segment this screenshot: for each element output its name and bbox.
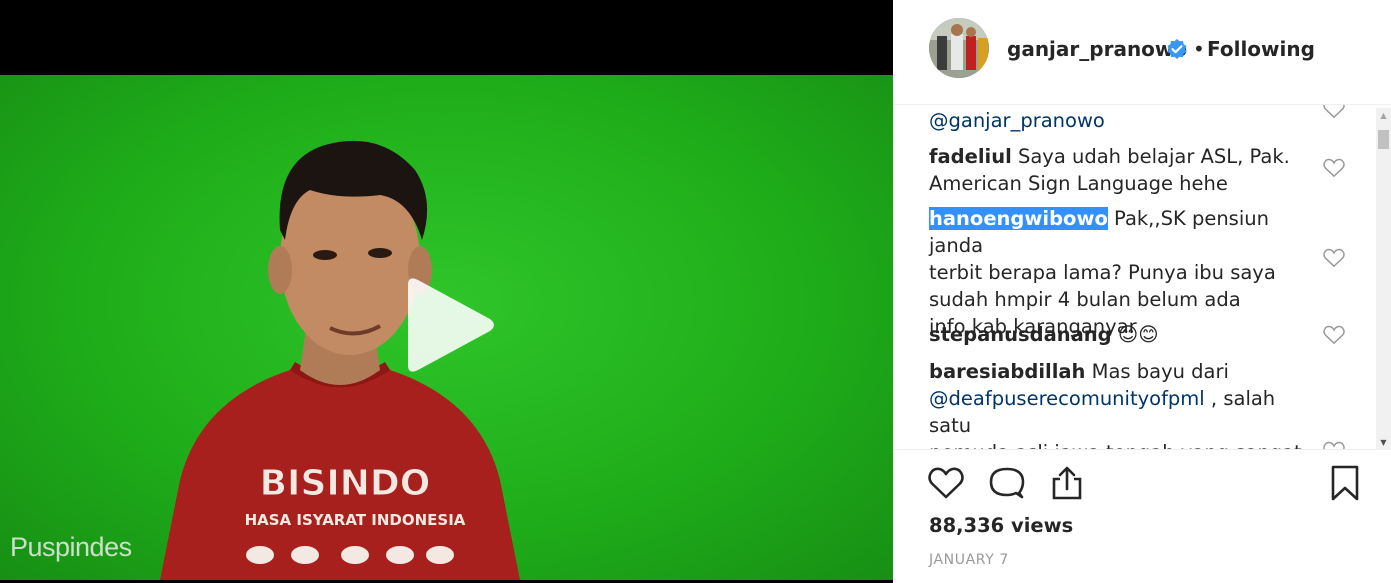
comment-username-selected[interactable]: hanoengwibowo <box>929 207 1108 230</box>
following-button[interactable]: Following <box>1207 37 1315 61</box>
post-header: ganjar_pranowo • Following <box>893 0 1391 98</box>
like-heart-icon[interactable] <box>927 464 965 502</box>
comment-item: fadeliul Saya udah belajar ASL, Pak. Ame… <box>929 143 1319 197</box>
comment-text-line3: sudah hmpir 4 bulan belum ada <box>929 288 1241 311</box>
video-watermark: Puspindes <box>10 532 132 562</box>
scroll-thumb[interactable] <box>1378 130 1389 149</box>
like-comment-heart-icon[interactable] <box>1323 104 1345 119</box>
comments-scrollbar[interactable]: ▲ ▼ <box>1376 108 1391 450</box>
comment-continuation: @ganjar_pranowo <box>929 107 1319 134</box>
comment-item: baresiabdillah Mas bayu dari @deafpusere… <box>929 358 1319 449</box>
shirt-print-subtitle: HASA ISYARAT INDONESIA <box>245 511 466 529</box>
action-bar <box>893 458 1391 508</box>
comment-item: stepanusdanang 😊😊 <box>929 321 1319 348</box>
mention-link[interactable]: @ganjar_pranowo <box>929 109 1105 132</box>
scroll-down-arrow-icon[interactable]: ▼ <box>1376 435 1391 450</box>
video-player[interactable]: BISINDO HASA ISYARAT INDONESIA Puspindes <box>0 0 893 583</box>
play-icon[interactable] <box>400 275 498 375</box>
view-count[interactable]: 88,336 views <box>929 514 1073 537</box>
comment-username[interactable]: baresiabdillah <box>929 360 1085 383</box>
post-date[interactable]: JANUARY 7 <box>929 552 1009 568</box>
like-comment-heart-icon[interactable] <box>1323 158 1345 178</box>
shirt-print-title: BISINDO <box>260 463 431 504</box>
share-icon[interactable] <box>1048 464 1086 502</box>
verified-badge-icon <box>1167 39 1187 59</box>
comment-text-line2: American Sign Language hehe <box>929 172 1228 195</box>
scroll-up-arrow-icon[interactable]: ▲ <box>1376 108 1391 123</box>
comment-bubble-icon[interactable] <box>988 464 1026 502</box>
comment-username[interactable]: stepanusdanang <box>929 323 1112 346</box>
post-author-username[interactable]: ganjar_pranowo <box>1007 37 1187 61</box>
comment-text: Mas bayu dari <box>1085 360 1229 383</box>
comment-item: hanoengwibowo Pak,,SK pensiun janda terb… <box>929 205 1319 340</box>
comment-username[interactable]: fadeliul <box>929 145 1012 168</box>
like-comment-heart-icon[interactable] <box>1323 248 1345 268</box>
post-panel: ganjar_pranowo • Following @ganjar_prano… <box>893 0 1391 583</box>
comments-list[interactable]: @ganjar_pranowo fadeliul Saya udah belaj… <box>893 104 1391 450</box>
header-separator: • <box>1193 37 1205 61</box>
comment-text: Saya udah belajar ASL, Pak. <box>1011 145 1290 168</box>
like-comment-heart-icon[interactable] <box>1323 441 1345 450</box>
comment-text-line3: pemuda asli jawa tengah yang sangat <box>929 441 1302 449</box>
comment-emoji: 😊😊 <box>1117 323 1159 346</box>
like-comment-heart-icon[interactable] <box>1323 325 1345 345</box>
mention-link[interactable]: @deafpuserecomunityofpml <box>929 387 1205 410</box>
save-bookmark-icon[interactable] <box>1326 464 1364 502</box>
avatar[interactable] <box>929 18 989 78</box>
comment-text-line2: terbit berapa lama? Punya ibu saya <box>929 261 1276 284</box>
